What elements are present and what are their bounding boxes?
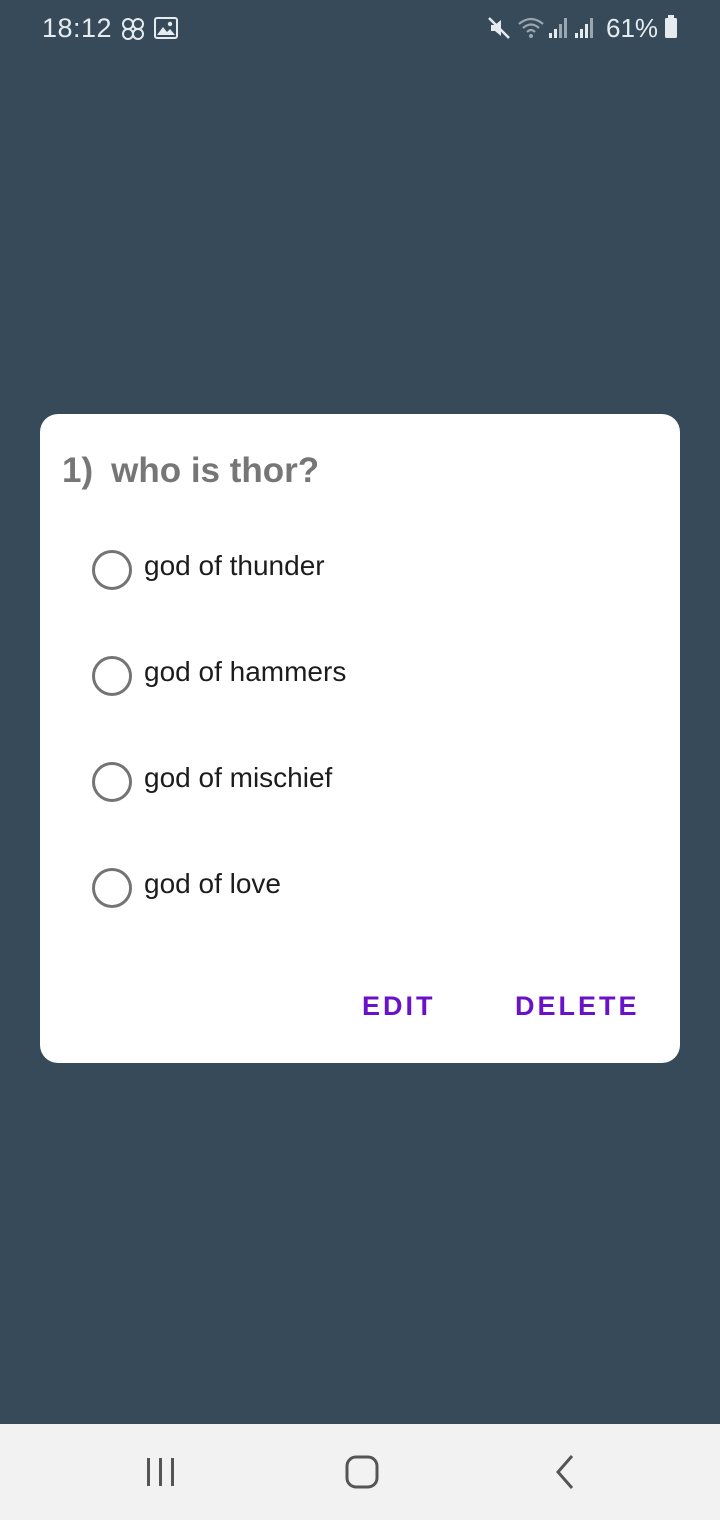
question-title: 1) who is thor? <box>62 450 319 492</box>
option-label: god of hammers <box>144 656 347 687</box>
option-god-of-hammers[interactable]: god of hammers <box>90 650 630 702</box>
question-card: 1) who is thor? god of thunder god of ham… <box>40 414 680 1063</box>
home-icon <box>345 1455 379 1489</box>
radio-button[interactable] <box>92 656 132 696</box>
recent-apps-icon <box>147 1458 174 1486</box>
back-icon <box>556 1455 574 1489</box>
option-god-of-mischief[interactable]: god of mischief <box>90 756 630 808</box>
option-label: god of mischief <box>144 762 333 793</box>
status-time: 18:12 <box>42 13 113 43</box>
edit-button[interactable]: EDIT <box>362 988 436 1024</box>
option-god-of-thunder[interactable]: god of thunder <box>90 544 630 596</box>
question-number: 1) <box>62 451 94 490</box>
option-label: god of thunder <box>144 550 325 581</box>
radio-button[interactable] <box>92 868 132 908</box>
mute-icon <box>488 17 510 39</box>
delete-button[interactable]: DELETE <box>515 988 640 1024</box>
signal-icon <box>575 18 593 38</box>
image-icon <box>154 17 178 39</box>
navigation-bar <box>0 1424 720 1520</box>
battery-percent: 61% <box>606 13 659 43</box>
back-button[interactable] <box>519 1446 609 1498</box>
signal-icon <box>549 18 567 38</box>
home-button[interactable] <box>317 1446 407 1498</box>
recent-apps-button[interactable] <box>116 1446 206 1498</box>
battery-icon <box>665 15 677 38</box>
option-god-of-love[interactable]: god of love <box>90 862 630 914</box>
wifi-icon <box>518 17 544 38</box>
radio-button[interactable] <box>92 762 132 802</box>
status-bar: 18:12 61% <box>0 0 720 56</box>
flower-icon <box>122 18 144 40</box>
question-text: who is thor? <box>111 451 320 490</box>
radio-button[interactable] <box>92 550 132 590</box>
option-label: god of love <box>144 868 281 899</box>
